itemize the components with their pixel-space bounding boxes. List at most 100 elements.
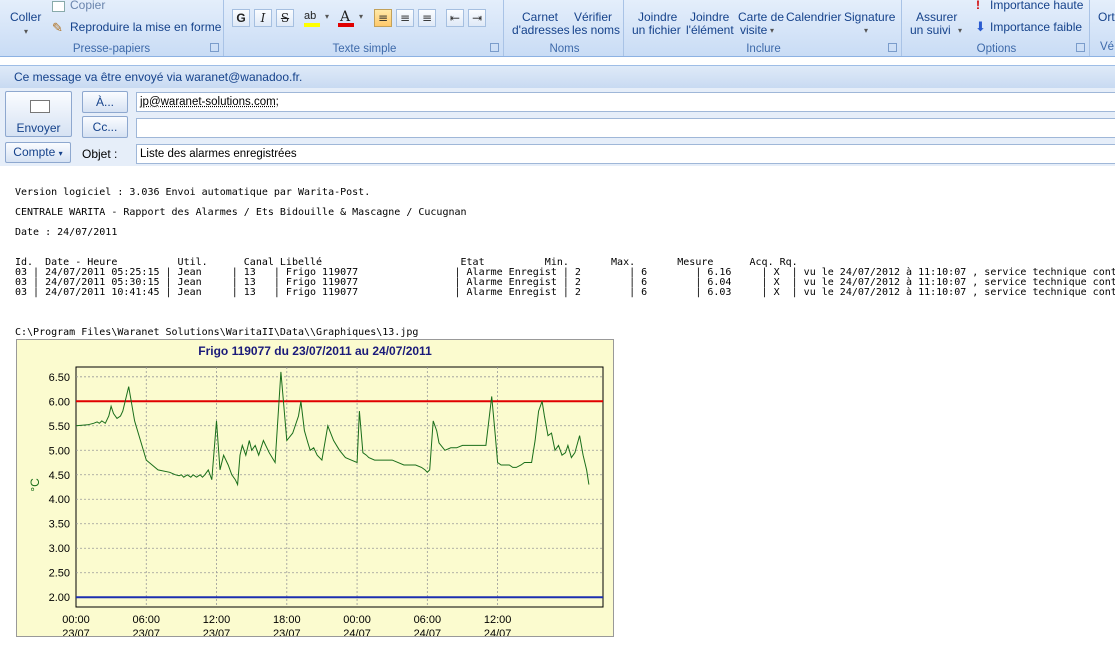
copy-label: Copier [70, 0, 106, 12]
next-group-partial[interactable]: Ort [1098, 11, 1115, 24]
highlight-label: ab [304, 10, 317, 22]
align-right-button[interactable]: ≡ [418, 9, 436, 27]
account-label: Compte [13, 145, 56, 159]
x-tick-date-label: 23/07 [62, 628, 90, 636]
check-names-label-2: les noms [572, 23, 621, 37]
increase-indent-icon: ⇥ [471, 11, 483, 25]
chevron-down-icon: ▾ [359, 12, 364, 21]
to-field[interactable]: jp@waranet-solutions.com; [136, 92, 1115, 112]
format-painter-label: Reproduire la mise en forme [70, 20, 222, 34]
options-group: Assurer un suivi ▾ ! Importance haute ⬇ … [904, 0, 1090, 56]
to-value: jp@waranet-solutions.com; [140, 96, 279, 108]
copy-icon [52, 1, 65, 12]
clipboard-group-label: Presse-papiers [72, 43, 151, 55]
chevron-down-icon: ▾ [24, 27, 29, 36]
brush-icon: ✎ [52, 20, 63, 35]
temperature-chart: Frigo 119077 du 23/07/2011 au 24/07/2011… [16, 339, 614, 637]
x-tick-date-label: 23/07 [133, 628, 161, 636]
format-painter-button[interactable]: ✎ Reproduire la mise en forme [52, 20, 222, 36]
paste-button[interactable]: Coller ▾ [8, 0, 48, 38]
attach-file-button[interactable]: Joindre un fichier [630, 0, 682, 38]
chevron-down-icon: ▾ [864, 26, 869, 35]
follow-up-button[interactable]: Assurer un suivi ▾ [908, 0, 966, 38]
date-line: Date : 24/07/2011 [15, 227, 118, 238]
follow-up-label-2: un suivi [910, 23, 951, 37]
x-tick-time-label: 12:00 [484, 614, 512, 626]
to-button[interactable]: À... [82, 91, 128, 113]
cc-button[interactable]: Cc... [82, 116, 128, 138]
x-tick-date-label: 23/07 [203, 628, 231, 636]
basic-text-group: G I S ab ▾ A ▾ ≡ ≡ ≡ ⇤ ⇥ Texte simple [226, 0, 504, 56]
italic-button[interactable]: I [254, 9, 272, 27]
y-tick-label: 6.00 [49, 396, 70, 408]
plot-area [75, 366, 604, 608]
font-color-button[interactable]: A ▾ [336, 9, 366, 27]
dialog-launcher-icon[interactable] [490, 43, 499, 52]
y-tick-label: 4.50 [49, 470, 70, 482]
attach-item-label-2: l'élément [686, 23, 734, 37]
account-button[interactable]: Compte ▾ [5, 142, 71, 163]
cc-field[interactable] [136, 118, 1115, 138]
increase-indent-button[interactable]: ⇥ [468, 9, 486, 27]
x-tick-time-label: 06:00 [414, 614, 442, 626]
include-group-label: Inclure [746, 43, 781, 55]
envelope-icon [30, 100, 50, 113]
address-book-button[interactable]: Carnet d'adresses [510, 0, 570, 38]
check-names-button[interactable]: Vérifier les noms [570, 0, 622, 38]
dialog-launcher-icon[interactable] [210, 43, 219, 52]
y-tick-label: 3.00 [49, 543, 70, 555]
strikethrough-button[interactable]: S [276, 9, 294, 27]
options-group-label: Options [976, 43, 1017, 55]
address-book-label-2: d'adresses [512, 23, 570, 37]
business-card-label-2: visite [740, 23, 768, 37]
y-tick-label: 5.50 [49, 421, 70, 433]
subject-field[interactable]: Liste des alarmes enregistrées [136, 144, 1115, 164]
chevron-down-icon: ▾ [770, 26, 775, 35]
low-importance-label: Importance faible [990, 20, 1083, 34]
attach-item-button[interactable]: Joindre l'élément [684, 0, 736, 38]
x-tick-date-label: 24/07 [484, 628, 512, 636]
calendar-button[interactable]: Calendrier [786, 0, 842, 38]
highlight-color-swatch [304, 23, 320, 27]
align-center-button[interactable]: ≡ [396, 9, 414, 27]
signature-button[interactable]: Signature ▾ [844, 0, 898, 38]
sending-account-infobar: Ce message va être envoyé via waranet@wa… [0, 65, 1115, 89]
y-tick-label: 2.00 [49, 592, 70, 604]
report-title-line: CENTRALE WARITA - Rapport des Alarmes / … [15, 207, 467, 218]
names-group: Carnet d'adresses Vérifier les noms Noms [506, 0, 624, 56]
x-tick-time-label: 12:00 [203, 614, 231, 626]
dialog-launcher-icon[interactable] [1076, 43, 1085, 52]
x-tick-time-label: 00:00 [343, 614, 371, 626]
x-tick-time-label: 00:00 [62, 614, 90, 626]
ribbon: Coller ▾ Copier ✎ Reproduire la mise en … [0, 0, 1115, 57]
y-tick-label: 3.50 [49, 519, 70, 531]
chevron-down-icon: ▾ [58, 149, 63, 158]
high-importance-label: Importance haute [990, 0, 1084, 12]
subject-label: Objet : [82, 147, 118, 161]
attach-file-label-2: un fichier [632, 23, 681, 37]
exclamation-icon: ! [976, 0, 980, 12]
align-right-icon: ≡ [421, 11, 433, 25]
y-tick-label: 4.00 [49, 494, 70, 506]
y-tick-label: 6.50 [49, 372, 70, 384]
decrease-indent-button[interactable]: ⇤ [446, 9, 464, 27]
send-button[interactable]: Envoyer [5, 91, 72, 137]
y-tick-label: 2.50 [49, 568, 70, 580]
dialog-launcher-icon[interactable] [888, 43, 897, 52]
down-arrow-icon: ⬇ [975, 19, 986, 34]
send-label: Envoyer [16, 121, 61, 135]
names-group-label: Noms [549, 43, 580, 55]
include-group: Joindre un fichier Joindre l'élément Car… [626, 0, 902, 56]
business-card-button[interactable]: Carte de visite ▾ [738, 0, 788, 38]
align-center-icon: ≡ [399, 11, 411, 25]
low-importance-button[interactable]: ⬇ Importance faible [974, 19, 1088, 34]
message-header: Envoyer À... Cc... Compte ▾ Objet : jp@w… [0, 88, 1115, 166]
decrease-indent-icon: ⇤ [449, 11, 461, 25]
alarm-row: 03 | 24/07/2011 10:41:45 | Jean | 13 | F… [15, 287, 1115, 298]
high-importance-button[interactable]: ! Importance haute [974, 0, 1088, 12]
bold-button[interactable]: G [232, 9, 250, 27]
align-left-icon: ≡ [377, 11, 389, 25]
chevron-down-icon: ▾ [325, 12, 330, 21]
align-left-button[interactable]: ≡ [374, 9, 392, 27]
highlight-button[interactable]: ab ▾ [302, 9, 332, 27]
